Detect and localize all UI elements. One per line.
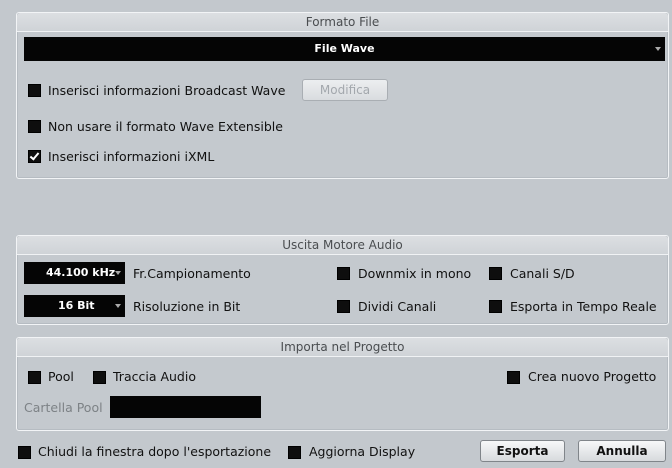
split-channels-checkbox[interactable]	[337, 300, 350, 313]
audio-output-title: Uscita Motore Audio	[17, 236, 668, 255]
ixml-checkbox[interactable]	[28, 150, 41, 163]
format-file-title: Formato File	[17, 13, 668, 32]
audio-track-checkbox[interactable]	[93, 371, 106, 384]
update-display-label: Aggiorna Display	[309, 444, 416, 459]
split-channels-label: Dividi Canali	[358, 299, 437, 314]
sample-rate-dropdown[interactable]: 44.100 kHz	[24, 262, 125, 284]
lr-channels-checkbox[interactable]	[489, 267, 502, 280]
sample-rate-label: Fr.Campionamento	[133, 266, 251, 281]
pool-folder-field[interactable]	[110, 396, 261, 418]
new-project-label: Crea nuovo Progetto	[528, 369, 657, 384]
lr-channels-label: Canali S/D	[510, 266, 575, 281]
audio-track-label: Traccia Audio	[113, 369, 196, 384]
close-after-export-label: Chiudi la finestra dopo l'esportazione	[38, 444, 272, 459]
bit-depth-value: 16 Bit	[58, 299, 95, 312]
chevron-down-icon	[655, 47, 661, 51]
ixml-label: Inserisci informazioni iXML	[48, 149, 215, 164]
chevron-down-icon	[115, 271, 121, 275]
import-project-title: Importa nel Progetto	[17, 338, 668, 357]
chevron-down-icon	[115, 304, 121, 308]
close-after-export-checkbox[interactable]	[18, 446, 31, 459]
sample-rate-value: 44.100 kHz	[46, 266, 116, 279]
realtime-export-label: Esporta in Tempo Reale	[510, 299, 657, 314]
downmix-label: Downmix in mono	[358, 266, 472, 281]
bit-depth-label: Risoluzione in Bit	[133, 299, 241, 314]
bit-depth-dropdown[interactable]: 16 Bit	[24, 295, 125, 317]
pool-label: Pool	[48, 369, 74, 384]
downmix-checkbox[interactable]	[337, 267, 350, 280]
cancel-button[interactable]: Annulla	[578, 440, 666, 462]
modify-button[interactable]: Modifica	[302, 79, 388, 101]
realtime-export-checkbox[interactable]	[489, 300, 502, 313]
pool-folder-label: Cartella Pool	[24, 400, 103, 415]
export-button[interactable]: Esporta	[480, 440, 565, 462]
file-type-value: File Wave	[314, 42, 375, 55]
update-display-checkbox[interactable]	[288, 446, 301, 459]
no-wave-extensible-label: Non usare il formato Wave Extensible	[48, 119, 283, 134]
pool-checkbox[interactable]	[28, 371, 41, 384]
no-wave-extensible-checkbox[interactable]	[28, 120, 41, 133]
file-type-dropdown[interactable]: File Wave	[24, 37, 665, 61]
broadcast-wave-label: Inserisci informazioni Broadcast Wave	[48, 83, 286, 98]
new-project-checkbox[interactable]	[507, 371, 520, 384]
broadcast-wave-checkbox[interactable]	[28, 84, 41, 97]
